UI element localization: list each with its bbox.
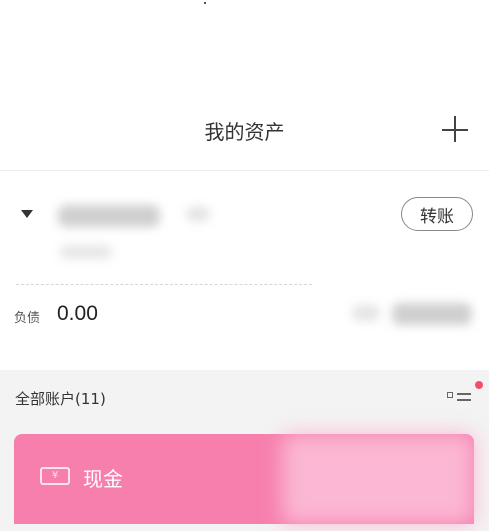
account-balance-blurred	[282, 434, 474, 524]
transfer-button[interactable]: 转账	[401, 197, 473, 231]
notification-dot	[475, 381, 483, 389]
visibility-icon-blurred[interactable]	[186, 207, 210, 221]
cash-icon: ¥	[40, 467, 70, 485]
divider	[16, 284, 312, 285]
debt-value: 0.00	[57, 302, 98, 325]
account-list: 全部账户(11) ¥ 现金	[0, 370, 489, 531]
all-accounts-label: 全部账户(11)	[15, 390, 106, 408]
assets-label-blurred	[352, 305, 380, 321]
assets-value-blurred	[392, 303, 472, 325]
app-header: 我的资产	[0, 0, 489, 171]
add-account-button[interactable]	[442, 116, 470, 144]
account-name: 现金	[83, 467, 123, 491]
asset-summary: 转账 负债 0.00	[0, 171, 489, 370]
account-card-cash[interactable]: ¥ 现金	[14, 434, 474, 524]
status-dot	[204, 2, 206, 4]
toggle-arrow-icon[interactable]	[21, 210, 33, 218]
net-assets-blurred	[58, 205, 160, 227]
list-view-icon[interactable]	[447, 391, 473, 405]
net-assets-label-blurred	[60, 245, 112, 259]
page-title: 我的资产	[204, 120, 285, 144]
debt-label: 负债	[14, 311, 41, 326]
